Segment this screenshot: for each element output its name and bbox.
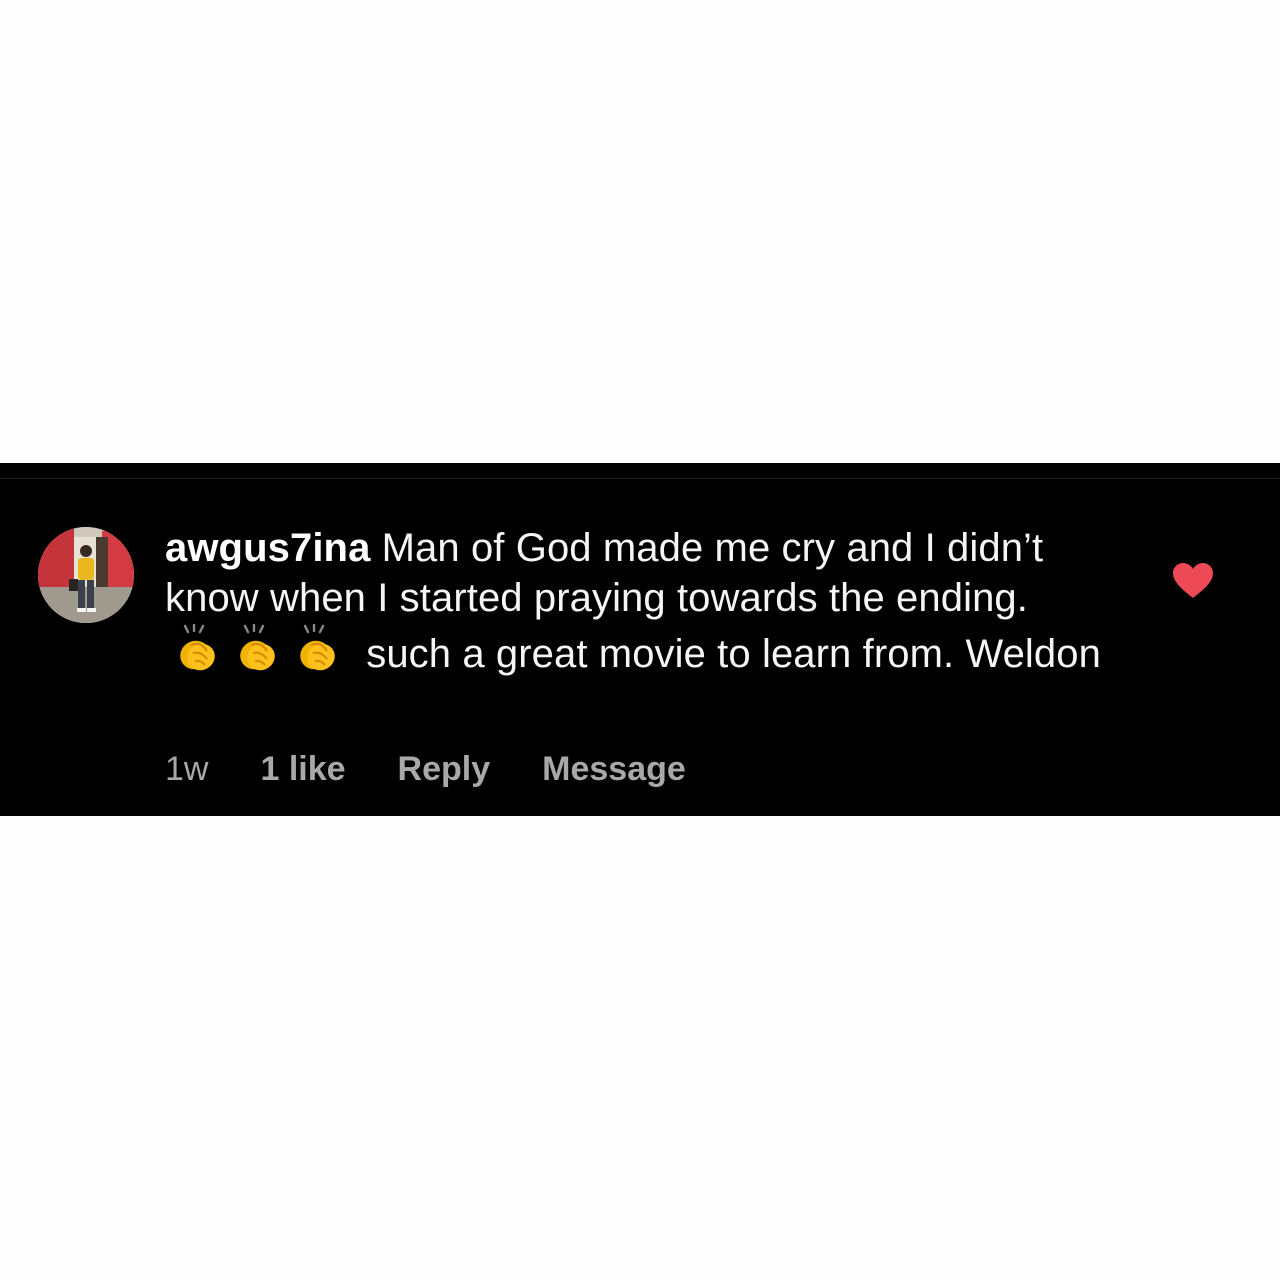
comment-text-part2: such a great movie to learn from. Weldon bbox=[366, 632, 1101, 676]
screenshot-canvas: awgus7ina Man of God made me cry and I d… bbox=[0, 0, 1280, 1280]
clapping-hands-icon bbox=[240, 623, 275, 671]
comment-username[interactable]: awgus7ina bbox=[165, 526, 370, 570]
reply-button[interactable]: Reply bbox=[398, 750, 491, 789]
comment-meta: 1w 1 like Reply Message bbox=[165, 747, 738, 791]
profile-photo-icon bbox=[38, 527, 134, 623]
emoji-group bbox=[167, 623, 347, 687]
comment-timestamp: 1w bbox=[165, 749, 209, 788]
comment-text: awgus7ina Man of God made me cry and I d… bbox=[165, 523, 1125, 687]
divider bbox=[0, 478, 1280, 479]
like-button[interactable] bbox=[1172, 562, 1214, 600]
message-button[interactable]: Message bbox=[542, 750, 686, 789]
heart-icon bbox=[1173, 563, 1213, 598]
avatar[interactable] bbox=[38, 527, 134, 623]
clapping-hands-icon bbox=[300, 623, 335, 671]
likes-count[interactable]: 1 like bbox=[260, 750, 345, 789]
comment-card: awgus7ina Man of God made me cry and I d… bbox=[0, 463, 1280, 816]
clapping-hands-icon bbox=[180, 623, 215, 671]
